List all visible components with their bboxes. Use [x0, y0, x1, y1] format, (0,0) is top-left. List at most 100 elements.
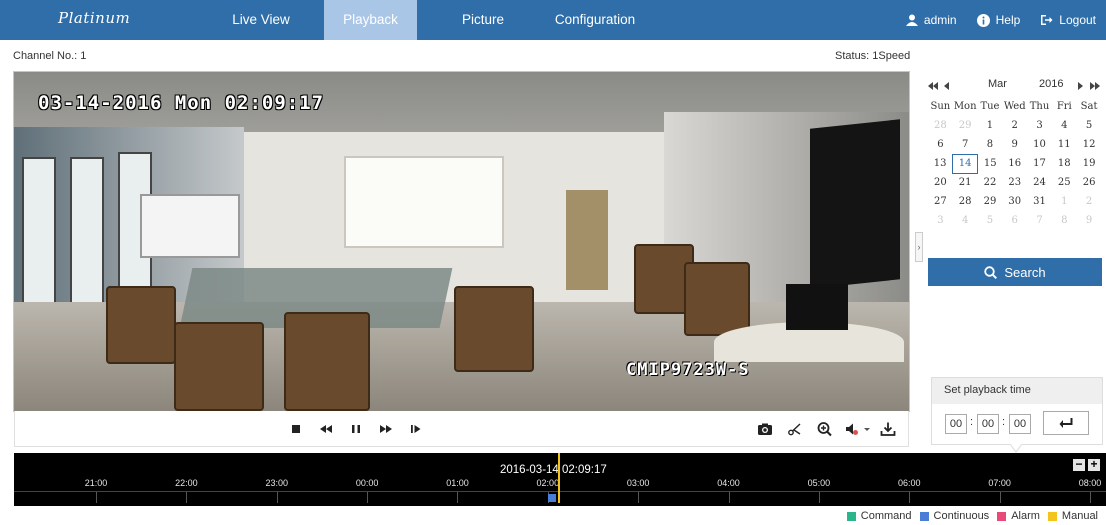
legend-item: Continuous	[919, 510, 990, 522]
calendar-day[interactable]: 31	[1027, 192, 1052, 211]
tab-picture[interactable]: Picture	[446, 0, 520, 40]
prev-year-icon[interactable]	[928, 81, 938, 93]
rewind-icon[interactable]	[317, 421, 335, 437]
calendar-day[interactable]: 1	[978, 116, 1003, 135]
calendar-day[interactable]: 4	[953, 211, 978, 230]
calendar-day[interactable]: 10	[1027, 135, 1052, 154]
logout-link[interactable]: Logout	[1040, 13, 1096, 27]
search-button[interactable]: Search	[928, 258, 1102, 286]
weekday-header: Sat	[1080, 101, 1098, 112]
calendar-day[interactable]: 8	[978, 135, 1003, 154]
calendar-day[interactable]: 18	[1052, 154, 1077, 173]
calendar-day[interactable]: 26	[1077, 173, 1102, 192]
calendar-day[interactable]: 16	[1002, 154, 1027, 173]
stop-icon[interactable]	[287, 421, 305, 437]
tab-live-view[interactable]: Live View	[224, 0, 298, 40]
calendar-day[interactable]: 13	[928, 154, 953, 173]
calendar-day[interactable]: 2	[1077, 192, 1102, 211]
calendar-day[interactable]: 27	[928, 192, 953, 211]
legend-label: Continuous	[933, 510, 990, 522]
capture-icon[interactable]	[756, 421, 774, 437]
calendar-year[interactable]: 2016	[1039, 78, 1063, 90]
weekday-header: Wed	[1003, 101, 1026, 112]
video-viewport[interactable]: 03-14-2016 Mon 02:09:17 CMIP9723W-S	[13, 71, 910, 412]
calendar-day[interactable]: 23	[1002, 173, 1027, 192]
calendar-panel: Mar 2016 Sun Mon Tue Wed Thu Fri Sat 28 29 1 2 3 4 5…	[928, 77, 1106, 230]
calendar-day[interactable]: 15	[978, 154, 1003, 173]
calendar-day[interactable]: 11	[1052, 135, 1077, 154]
calendar-day[interactable]: 8	[1052, 211, 1077, 230]
tab-playback[interactable]: Playback	[324, 0, 417, 40]
next-month-icon[interactable]	[1078, 81, 1083, 93]
time-separator: :	[970, 416, 974, 428]
channel-number: Channel No.: 1	[13, 50, 87, 62]
second-field[interactable]: 00	[1009, 414, 1031, 434]
calendar-day[interactable]: 21	[953, 173, 978, 192]
help-label: Help	[995, 13, 1021, 27]
calendar-day[interactable]: 2	[1002, 116, 1027, 135]
calendar-day[interactable]: 3	[1027, 116, 1052, 135]
calendar-day[interactable]: 12	[1077, 135, 1102, 154]
timeline[interactable]: 21:00 22:00 23:00 00:00 01:00 02:00 03:00 04:00…	[14, 453, 1106, 506]
zoom-in-button[interactable]: +	[1088, 458, 1100, 471]
calendar-day[interactable]: 5	[1077, 116, 1102, 135]
collapse-panel-handle[interactable]: ›	[915, 232, 923, 262]
calendar-month[interactable]: Mar	[988, 78, 1007, 90]
timeline-cursor[interactable]	[558, 453, 560, 503]
calendar-day[interactable]: 9	[1002, 135, 1027, 154]
calendar-day[interactable]: 20	[928, 173, 953, 192]
legend-item: Alarm	[997, 510, 1040, 522]
volume-icon[interactable]	[844, 421, 872, 437]
pause-icon[interactable]	[347, 421, 365, 437]
calendar-day[interactable]: 1	[1052, 192, 1077, 211]
calendar-day[interactable]: 22	[978, 173, 1003, 192]
help-link[interactable]: Help	[976, 13, 1021, 27]
calendar-day[interactable]: 6	[928, 135, 953, 154]
timeline-hour-label: 08:00	[1078, 478, 1102, 488]
logout-icon	[1041, 15, 1053, 25]
video-scene-door	[566, 190, 608, 290]
clip-icon[interactable]	[786, 421, 804, 437]
search-label: Search	[1004, 264, 1046, 280]
video-scene-tv	[810, 119, 900, 289]
weekday-header: Sun	[930, 101, 951, 112]
calendar-day[interactable]: 4	[1052, 116, 1077, 135]
calendar-day[interactable]: 5	[978, 211, 1003, 230]
calendar-day[interactable]: 9	[1077, 211, 1102, 230]
calendar-day[interactable]: 7	[1027, 211, 1052, 230]
calendar-day[interactable]: 14	[952, 153, 979, 174]
calendar-day[interactable]: 29	[953, 116, 978, 135]
search-icon	[984, 265, 998, 279]
user-menu[interactable]: admin	[905, 13, 957, 27]
timeline-hour-label: 04:00	[717, 478, 740, 488]
weekday-header: Mon	[953, 101, 977, 112]
single-frame-icon[interactable]	[407, 421, 425, 437]
calendar-day[interactable]: 19	[1077, 154, 1102, 173]
next-year-icon[interactable]	[1090, 81, 1100, 93]
zoom-out-button[interactable]: −	[1073, 458, 1085, 471]
digital-zoom-icon[interactable]	[816, 421, 834, 437]
minute-field[interactable]: 00	[977, 414, 999, 434]
record-type-legend: Command Continuous Alarm Manual	[839, 510, 1098, 522]
calendar-day[interactable]: 25	[1052, 173, 1077, 192]
calendar-day[interactable]: 24	[1027, 173, 1052, 192]
logout-label: Logout	[1059, 13, 1096, 27]
download-icon[interactable]	[879, 421, 897, 437]
tab-configuration[interactable]: Configuration	[546, 0, 644, 40]
calendar-day[interactable]: 3	[928, 211, 953, 230]
playback-status: Status: 1Speed	[835, 50, 911, 62]
fast-forward-icon[interactable]	[377, 421, 395, 437]
calendar-day[interactable]: 28	[928, 116, 953, 135]
timeline-hour-label: 02:00	[536, 478, 560, 488]
apply-time-button[interactable]	[1043, 411, 1089, 435]
calendar-day[interactable]: 6	[1002, 211, 1027, 230]
calendar-day[interactable]: 17	[1027, 154, 1052, 173]
calendar-day[interactable]: 7	[953, 135, 978, 154]
calendar-day[interactable]: 28	[953, 192, 978, 211]
calendar-day[interactable]: 29	[978, 192, 1003, 211]
prev-month-icon[interactable]	[944, 81, 949, 93]
brand-logo: Platinum	[58, 9, 131, 27]
calendar-day[interactable]: 30	[1002, 192, 1027, 211]
hour-field[interactable]: 00	[945, 414, 967, 434]
timeline-track[interactable]	[14, 491, 1106, 503]
